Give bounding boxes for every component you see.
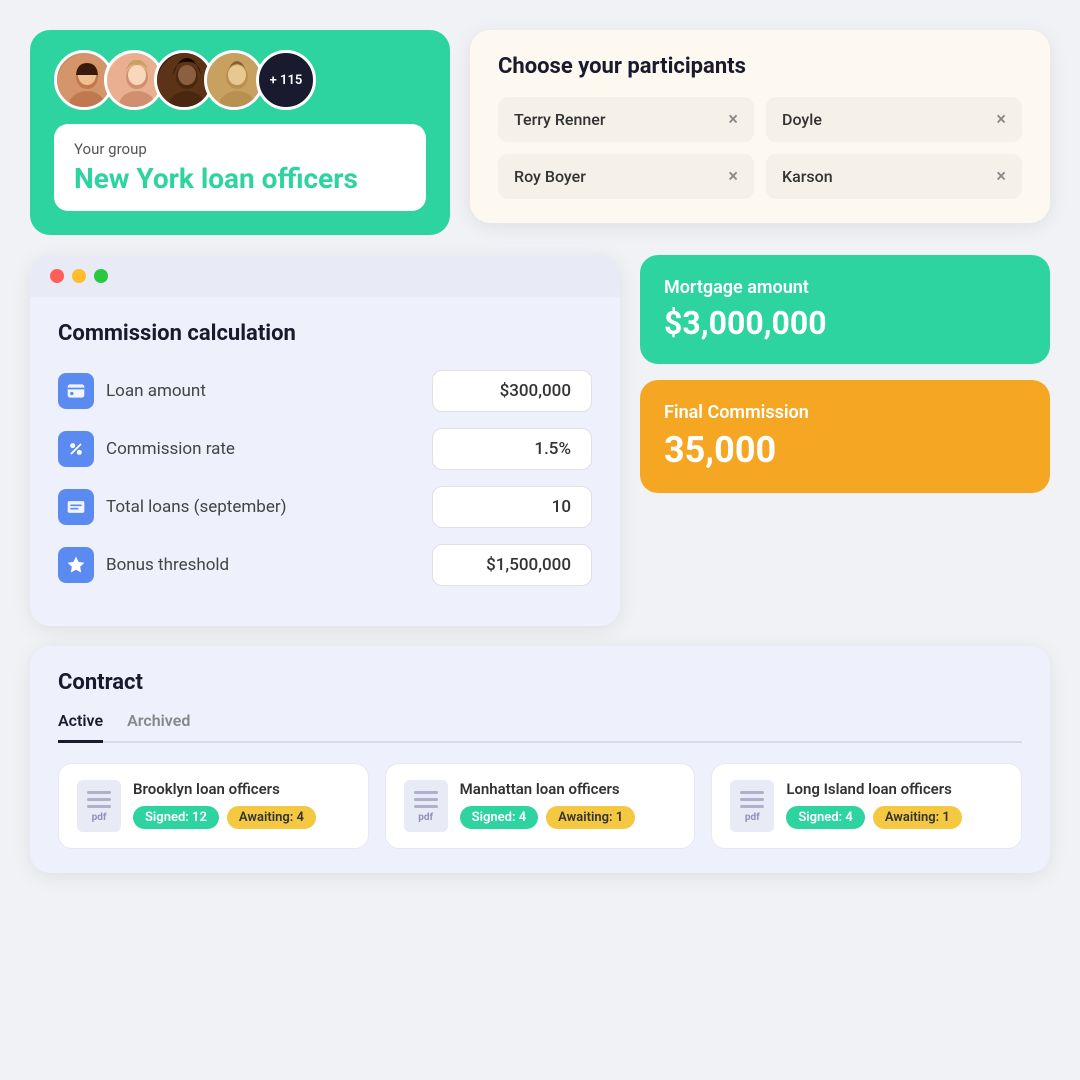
group-label: Your group [74,140,406,158]
tab-archived[interactable]: Archived [127,711,190,741]
final-commission-card: Final Commission 35,000 [640,380,1050,493]
participant-tag-roy[interactable]: Roy Boyer × [498,154,754,199]
commission-rate-label: Commission rate [106,439,235,459]
badge-signed-longisland: Signed: 4 [786,806,864,829]
group-name: New York loan officers [74,162,406,195]
pdf-line-1 [87,791,111,794]
contract-list: pdf Brooklyn loan officers Signed: 12 Aw… [58,763,1022,849]
badge-awaiting-brooklyn: Awaiting: 4 [227,806,316,829]
pdf-line-l2 [740,798,764,801]
avatar-row: + 115 [54,50,426,110]
pdf-line-m1 [414,791,438,794]
loan-amount-value[interactable]: $300,000 [432,370,592,412]
participant-name-doyle: Doyle [782,110,822,129]
participant-tag-terry[interactable]: Terry Renner × [498,97,754,142]
badge-signed-manhattan: Signed: 4 [460,806,538,829]
pdf-line-2 [87,798,111,801]
middle-section: Commission calculation Loan amount $300,… [30,255,1050,626]
participants-title: Choose your participants [498,54,1022,79]
contract-item-longisland: pdf Long Island loan officers Signed: 4 … [711,763,1022,849]
mortgage-card: Mortgage amount $3,000,000 [640,255,1050,364]
mortgage-amount: $3,000,000 [664,304,1026,342]
bonus-threshold-label: Bonus threshold [106,555,229,575]
contract-name-longisland: Long Island loan officers [786,780,1003,798]
pdf-line-l3 [740,805,764,808]
total-loans-label: Total loans (september) [106,497,287,517]
contract-item-manhattan: pdf Manhattan loan officers Signed: 4 Aw… [385,763,696,849]
participants-card: Choose your participants Terry Renner × … [470,30,1050,223]
tab-active[interactable]: Active [58,711,103,743]
calc-row-left-commission: Commission rate [58,431,235,467]
traffic-dot-green [94,269,108,283]
participants-grid: Terry Renner × Doyle × Roy Boyer × Karso… [498,97,1022,199]
badge-row-longisland: Signed: 4 Awaiting: 1 [786,806,1003,829]
contract-title: Contract [58,670,1022,695]
pdf-icon-brooklyn: pdf [77,780,121,832]
commission-icon [58,431,94,467]
participant-name-karson: Karson [782,167,833,186]
calc-body: Commission calculation Loan amount $300,… [30,297,620,626]
calc-row-loan: Loan amount $300,000 [58,370,592,412]
pdf-icon-manhattan: pdf [404,780,448,832]
calc-row-left-bonus: Bonus threshold [58,547,229,583]
pdf-label-longisland: pdf [745,812,760,823]
group-inner-card: Your group New York loan officers [54,124,426,211]
remove-terry-icon[interactable]: × [728,109,738,130]
remove-roy-icon[interactable]: × [728,166,738,187]
traffic-dot-red [50,269,64,283]
calc-row-total-loans: Total loans (september) 10 [58,486,592,528]
loan-icon [58,373,94,409]
pdf-line-m2 [414,798,438,801]
final-commission-label: Final Commission [664,402,1026,423]
remove-karson-icon[interactable]: × [996,166,1006,187]
total-loans-value[interactable]: 10 [432,486,592,528]
bonus-icon [58,547,94,583]
badge-row-brooklyn: Signed: 12 Awaiting: 4 [133,806,350,829]
badge-awaiting-manhattan: Awaiting: 1 [546,806,635,829]
avatar-4 [204,50,264,110]
pdf-label-brooklyn: pdf [92,812,107,823]
contract-item-brooklyn: pdf Brooklyn loan officers Signed: 12 Aw… [58,763,369,849]
participant-tag-karson[interactable]: Karson × [766,154,1022,199]
bonus-threshold-value[interactable]: $1,500,000 [432,544,592,586]
participant-name-roy: Roy Boyer [514,167,586,186]
contract-info-manhattan: Manhattan loan officers Signed: 4 Awaiti… [460,780,677,829]
group-card: + 115 Your group New York loan officers [30,30,450,235]
contract-info-longisland: Long Island loan officers Signed: 4 Awai… [786,780,1003,829]
participant-tag-doyle[interactable]: Doyle × [766,97,1022,142]
pdf-line-m3 [414,805,438,808]
calc-title: Commission calculation [58,321,592,346]
calc-row-left-total: Total loans (september) [58,489,287,525]
contract-info-brooklyn: Brooklyn loan officers Signed: 12 Awaiti… [133,780,350,829]
calc-row-bonus: Bonus threshold $1,500,000 [58,544,592,586]
calc-titlebar [30,255,620,297]
traffic-dot-yellow [72,269,86,283]
right-cards: Mortgage amount $3,000,000 Final Commiss… [640,255,1050,493]
badge-awaiting-longisland: Awaiting: 1 [873,806,962,829]
commission-rate-value[interactable]: 1.5% [432,428,592,470]
pdf-line-l1 [740,791,764,794]
contract-card: Contract Active Archived pdf Brooklyn lo… [30,646,1050,873]
participant-name-terry: Terry Renner [514,110,606,129]
contract-tabs: Active Archived [58,711,1022,743]
total-loans-icon [58,489,94,525]
loan-amount-label: Loan amount [106,381,206,401]
badge-signed-brooklyn: Signed: 12 [133,806,219,829]
pdf-label-manhattan: pdf [418,812,433,823]
top-section: + 115 Your group New York loan officers … [30,30,1050,235]
calc-row-commission: Commission rate 1.5% [58,428,592,470]
calc-row-left-loan: Loan amount [58,373,206,409]
contract-name-manhattan: Manhattan loan officers [460,780,677,798]
avatar-count: + 115 [256,50,316,110]
pdf-line-3 [87,805,111,808]
calculator-card: Commission calculation Loan amount $300,… [30,255,620,626]
badge-row-manhattan: Signed: 4 Awaiting: 1 [460,806,677,829]
pdf-icon-longisland: pdf [730,780,774,832]
remove-doyle-icon[interactable]: × [996,109,1006,130]
mortgage-label: Mortgage amount [664,277,1026,298]
contract-name-brooklyn: Brooklyn loan officers [133,780,350,798]
final-commission-amount: 35,000 [664,429,1026,471]
